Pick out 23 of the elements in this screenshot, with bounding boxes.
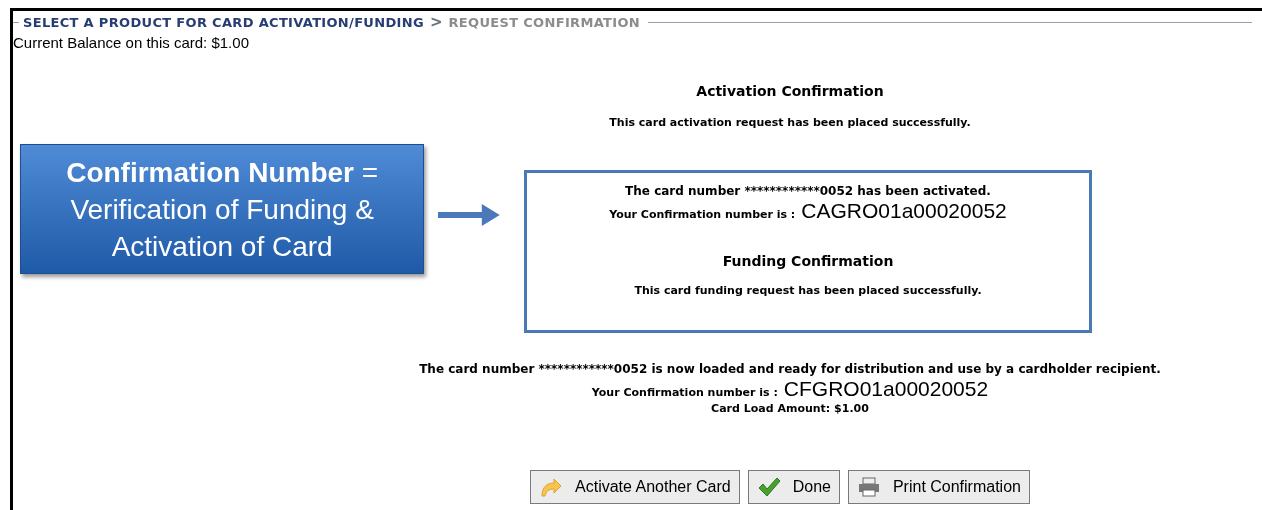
breadcrumb-separator: >: [429, 12, 443, 33]
card-line-text: The card number ************0052 is now loaded and ready for distribution and use by a cardholder recipient.: [419, 360, 1161, 378]
action-button[interactable]: Print Confirmation: [847, 469, 1030, 504]
checkmark-icon: [756, 476, 781, 497]
callout-box: Confirmation Number = Verification of Funding & Activation of Card: [20, 143, 425, 274]
section-title: Funding Confirmation: [722, 252, 894, 271]
confirmation-label: Your Confirmation number is :: [591, 384, 778, 401]
action-button[interactable]: Done: [747, 469, 840, 504]
printer-icon: [856, 476, 881, 497]
breadcrumb-item: REQUEST CONFIRMATION: [448, 13, 640, 32]
action-button[interactable]: Activate Another Card: [530, 469, 740, 504]
section-title: Activation Confirmation: [696, 82, 884, 101]
confirmation-label: Your Confirmation number is :: [609, 206, 796, 223]
confirmation-number: CAGRO01a00020052: [801, 199, 1007, 222]
card-line-text: The card number ************0052 has been activated.: [625, 182, 991, 200]
confirmation-number: CFGRO01a00020052: [783, 377, 989, 400]
status-message: This card activation request has been placed successfully.: [609, 115, 971, 131]
right-arrow-icon: [438, 202, 500, 227]
balance-text: Current Balance on this card: $1.00: [13, 33, 250, 52]
load-amount-text: Card Load Amount: $1.00: [711, 401, 869, 417]
breadcrumb-item[interactable]: SELECT A PRODUCT FOR CARD ACTIVATION/FUNDING: [23, 12, 424, 32]
curved-arrow-icon: [539, 476, 564, 497]
status-message: This card funding request has been placed successfully.: [634, 283, 982, 299]
